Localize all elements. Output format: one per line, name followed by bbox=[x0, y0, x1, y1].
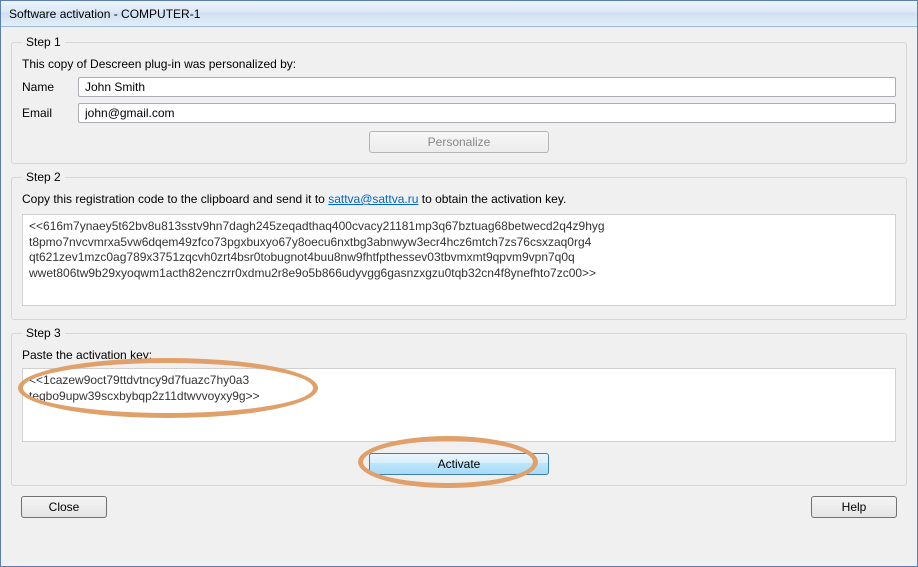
email-label: Email bbox=[22, 106, 68, 120]
step3-instruction: Paste the activation key: bbox=[22, 348, 896, 362]
name-input[interactable] bbox=[78, 77, 896, 97]
personalize-button: Personalize bbox=[369, 131, 549, 153]
step1-legend: Step 1 bbox=[22, 35, 65, 49]
step1-group: Step 1 This copy of Descreen plug-in was… bbox=[11, 35, 907, 164]
help-button[interactable]: Help bbox=[811, 496, 897, 518]
activation-key-input[interactable] bbox=[22, 368, 896, 442]
registration-code-box[interactable] bbox=[22, 214, 896, 306]
step2-instruction: Copy this registration code to the clipb… bbox=[22, 192, 896, 206]
titlebar[interactable]: Software activation - COMPUTER-1 bbox=[1, 1, 917, 27]
step2-group: Step 2 Copy this registration code to th… bbox=[11, 170, 907, 320]
support-email-link[interactable]: sattva@sattva.ru bbox=[328, 192, 418, 206]
window-title: Software activation - COMPUTER-1 bbox=[9, 7, 200, 21]
step2-instr-before: Copy this registration code to the clipb… bbox=[22, 192, 328, 206]
close-button[interactable]: Close bbox=[21, 496, 107, 518]
activate-button[interactable]: Activate bbox=[369, 453, 549, 475]
activation-window: Software activation - COMPUTER-1 Step 1 … bbox=[0, 0, 918, 567]
step2-legend: Step 2 bbox=[22, 170, 65, 184]
email-input[interactable] bbox=[78, 103, 896, 123]
step3-group: Step 3 Paste the activation key: Activat… bbox=[11, 326, 907, 486]
step1-intro: This copy of Descreen plug-in was person… bbox=[22, 57, 896, 71]
step3-legend: Step 3 bbox=[22, 326, 65, 340]
step2-instr-after: to obtain the activation key. bbox=[418, 192, 566, 206]
bottom-bar: Close Help bbox=[11, 492, 907, 526]
client-area: Step 1 This copy of Descreen plug-in was… bbox=[1, 27, 917, 566]
name-label: Name bbox=[22, 80, 68, 94]
